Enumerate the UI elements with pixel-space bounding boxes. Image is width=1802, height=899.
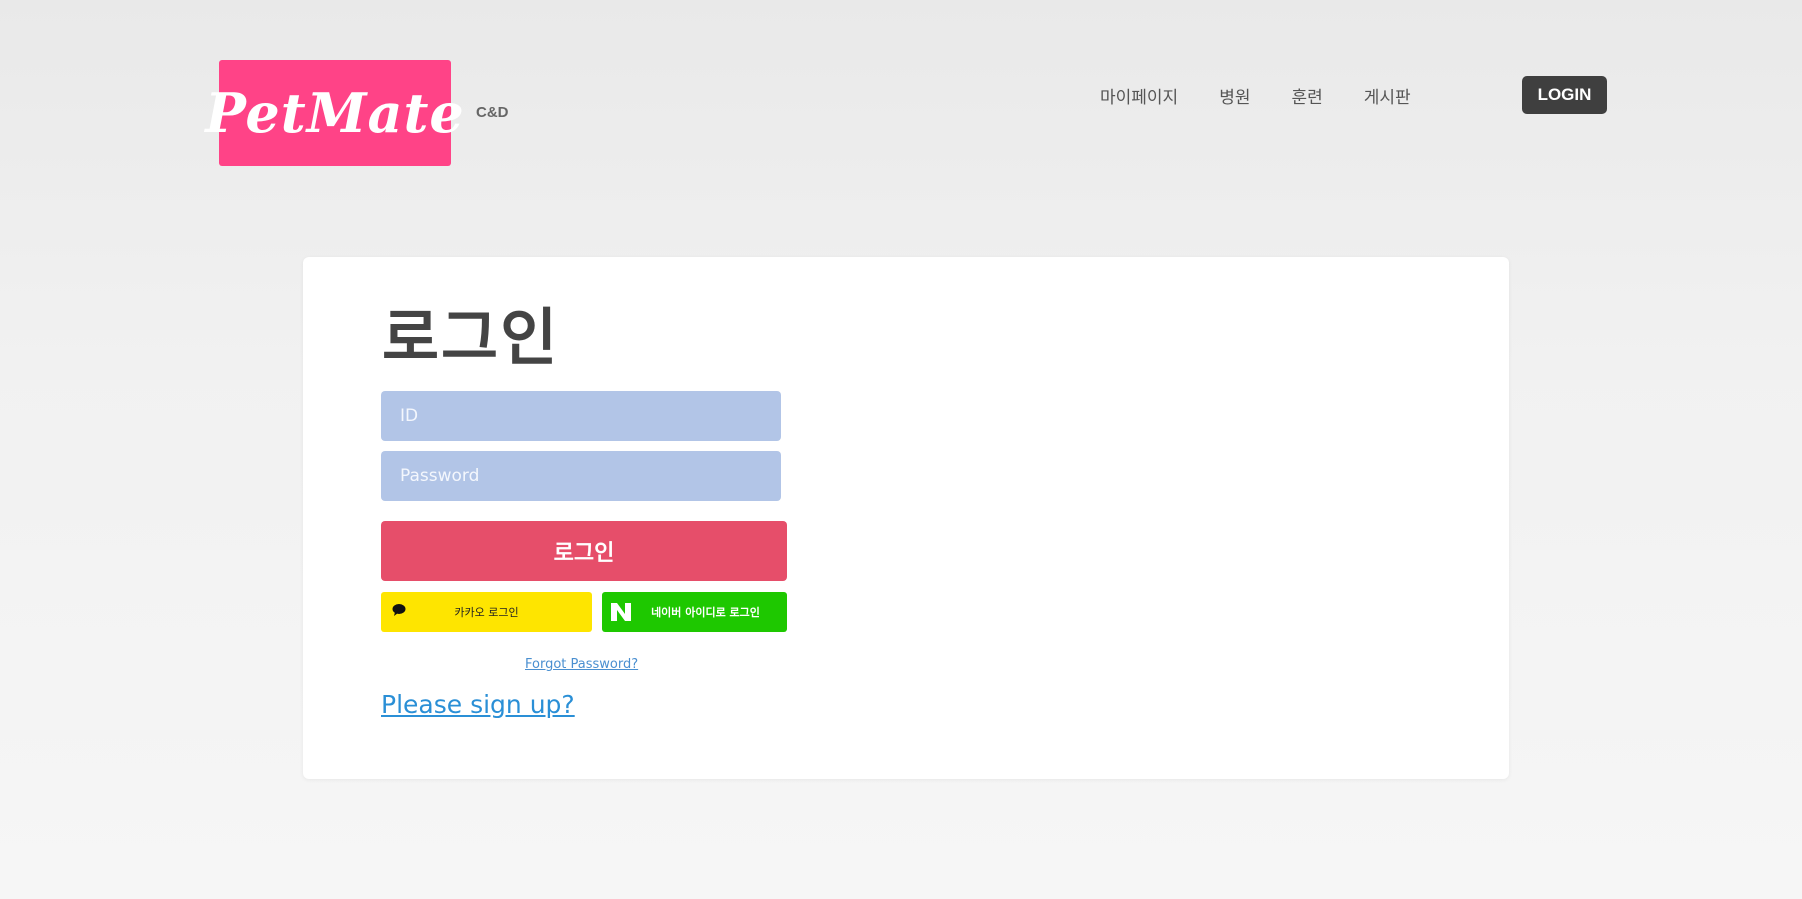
brand-subtitle: C&D: [476, 104, 509, 121]
naver-login-label: 네이버 아이디로 로그인: [651, 606, 760, 619]
page-title: 로그인: [382, 301, 560, 374]
kakao-speech-bubble-icon: [392, 604, 406, 616]
login-submit-button[interactable]: 로그인: [381, 521, 787, 581]
forgot-password-link[interactable]: Forgot Password?: [525, 657, 638, 672]
kakao-login-label: 카카오 로그인: [454, 606, 519, 619]
main-nav: 마이페이지 병원 훈련 게시판: [1100, 76, 1452, 114]
kakao-login-button[interactable]: 카카오 로그인: [381, 592, 592, 632]
login-card: 로그인 로그인 카카오 로그인 네이버 아이디로 로그인 Forgot Pass…: [303, 257, 1509, 779]
page: PetMate C&D 마이페이지 병원 훈련 게시판 LOGIN 로그인 로그…: [0, 0, 1802, 899]
brand-logo[interactable]: PetMate: [205, 60, 464, 166]
naver-login-button[interactable]: 네이버 아이디로 로그인: [602, 592, 787, 632]
signup-link[interactable]: Please sign up?: [381, 690, 575, 719]
id-input[interactable]: [381, 391, 781, 441]
nav-item-board[interactable]: 게시판: [1364, 83, 1411, 108]
nav-item-training[interactable]: 훈련: [1291, 83, 1322, 108]
nav-item-hospital[interactable]: 병원: [1219, 83, 1250, 108]
nav-item-mypage[interactable]: 마이페이지: [1100, 83, 1178, 108]
password-input[interactable]: [381, 451, 781, 501]
brand-logo-text: PetMate: [205, 81, 465, 145]
naver-n-icon: [611, 603, 631, 621]
nav-login-button[interactable]: LOGIN: [1522, 76, 1607, 114]
